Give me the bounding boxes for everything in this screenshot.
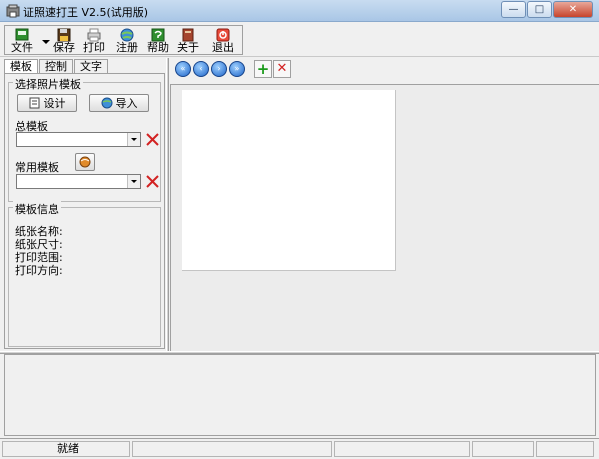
- common-template-select[interactable]: [16, 174, 141, 189]
- status-bar: 就绪: [0, 438, 599, 459]
- paper-preview[interactable]: [182, 90, 396, 271]
- template-info-legend: 模板信息: [13, 201, 61, 217]
- window-title: 证照速打王 V2.5(试用版): [23, 6, 149, 19]
- globe-icon: [120, 28, 134, 42]
- exit-icon: [216, 28, 230, 42]
- template-tab-panel: 选择照片模板 设计 导入 总模板 常用模板 模板信息 纸张名称: 纸张尺寸: 打…: [4, 73, 165, 349]
- status-cell-3: [334, 441, 470, 457]
- status-cell-5: [536, 441, 594, 457]
- about-button[interactable]: 关于: [175, 27, 201, 55]
- delete-common-template-button[interactable]: [145, 174, 160, 189]
- design-icon: [29, 97, 39, 109]
- chevron-down-icon[interactable]: [127, 175, 140, 188]
- select-template-legend: 选择照片模板: [13, 76, 83, 92]
- print-button[interactable]: 打印: [81, 27, 107, 55]
- help-icon: [151, 28, 165, 42]
- select-template-group: 选择照片模板 设计 导入 总模板 常用模板: [8, 76, 161, 202]
- maximize-button[interactable]: □: [527, 1, 552, 18]
- app-icon: [6, 4, 20, 18]
- status-cell-4: [472, 441, 534, 457]
- help-button[interactable]: 帮助: [144, 27, 172, 55]
- exit-button[interactable]: 退出: [209, 27, 237, 55]
- delete-x-icon: [146, 175, 159, 188]
- file-dropdown-arrow[interactable]: [42, 40, 50, 44]
- minimize-button[interactable]: —: [501, 1, 526, 18]
- toolbar-group: 文件 保存 打印 注册 帮助 关于 退出: [4, 25, 243, 55]
- tab-control[interactable]: 控制: [39, 59, 73, 73]
- import-button[interactable]: 导入: [89, 94, 149, 112]
- tab-bar: 模板 控制 文字: [4, 59, 109, 74]
- window-controls: — □ ✕: [500, 1, 593, 18]
- toolbar: 文件 保存 打印 注册 帮助 关于 退出: [0, 23, 599, 57]
- bottom-panel: [4, 354, 596, 436]
- status-cell-2: [132, 441, 332, 457]
- delete-x-icon: [146, 133, 159, 146]
- add-common-template-button[interactable]: [75, 153, 95, 171]
- tab-text[interactable]: 文字: [74, 59, 108, 73]
- delete-button[interactable]: ✕: [273, 60, 291, 78]
- book-icon: [182, 28, 194, 42]
- cube-icon: [79, 156, 91, 168]
- print-direction-label: 打印方向:: [15, 264, 63, 277]
- tab-template[interactable]: 模板: [4, 59, 38, 74]
- common-template-label: 常用模板: [15, 161, 59, 174]
- next-page-button[interactable]: ›: [211, 61, 227, 77]
- template-info-group: 模板信息 纸张名称: 纸张尺寸: 打印范围: 打印方向:: [8, 201, 161, 347]
- save-icon: [57, 28, 71, 42]
- file-button[interactable]: 文件: [7, 27, 37, 55]
- add-button[interactable]: +: [254, 60, 272, 78]
- total-template-select[interactable]: [16, 132, 141, 147]
- delete-total-template-button[interactable]: [145, 132, 160, 147]
- left-panel: 模板 控制 文字 选择照片模板 设计 导入 总模板 常用模板 模板信息 纸张名称…: [4, 58, 166, 350]
- printer-icon: [87, 28, 101, 42]
- title-bar: 证照速打王 V2.5(试用版) — □ ✕: [0, 0, 599, 22]
- file-icon: [15, 28, 29, 41]
- register-button[interactable]: 注册: [115, 27, 139, 55]
- prev-page-button[interactable]: ‹: [193, 61, 209, 77]
- design-button[interactable]: 设计: [17, 94, 77, 112]
- close-button[interactable]: ✕: [553, 1, 593, 18]
- chevron-down-icon[interactable]: [127, 133, 140, 146]
- import-globe-icon: [101, 97, 112, 109]
- save-button[interactable]: 保存: [52, 27, 76, 55]
- first-page-button[interactable]: «: [175, 61, 191, 77]
- vertical-splitter[interactable]: [166, 58, 169, 351]
- last-page-button[interactable]: »: [229, 61, 245, 77]
- status-message: 就绪: [2, 441, 130, 457]
